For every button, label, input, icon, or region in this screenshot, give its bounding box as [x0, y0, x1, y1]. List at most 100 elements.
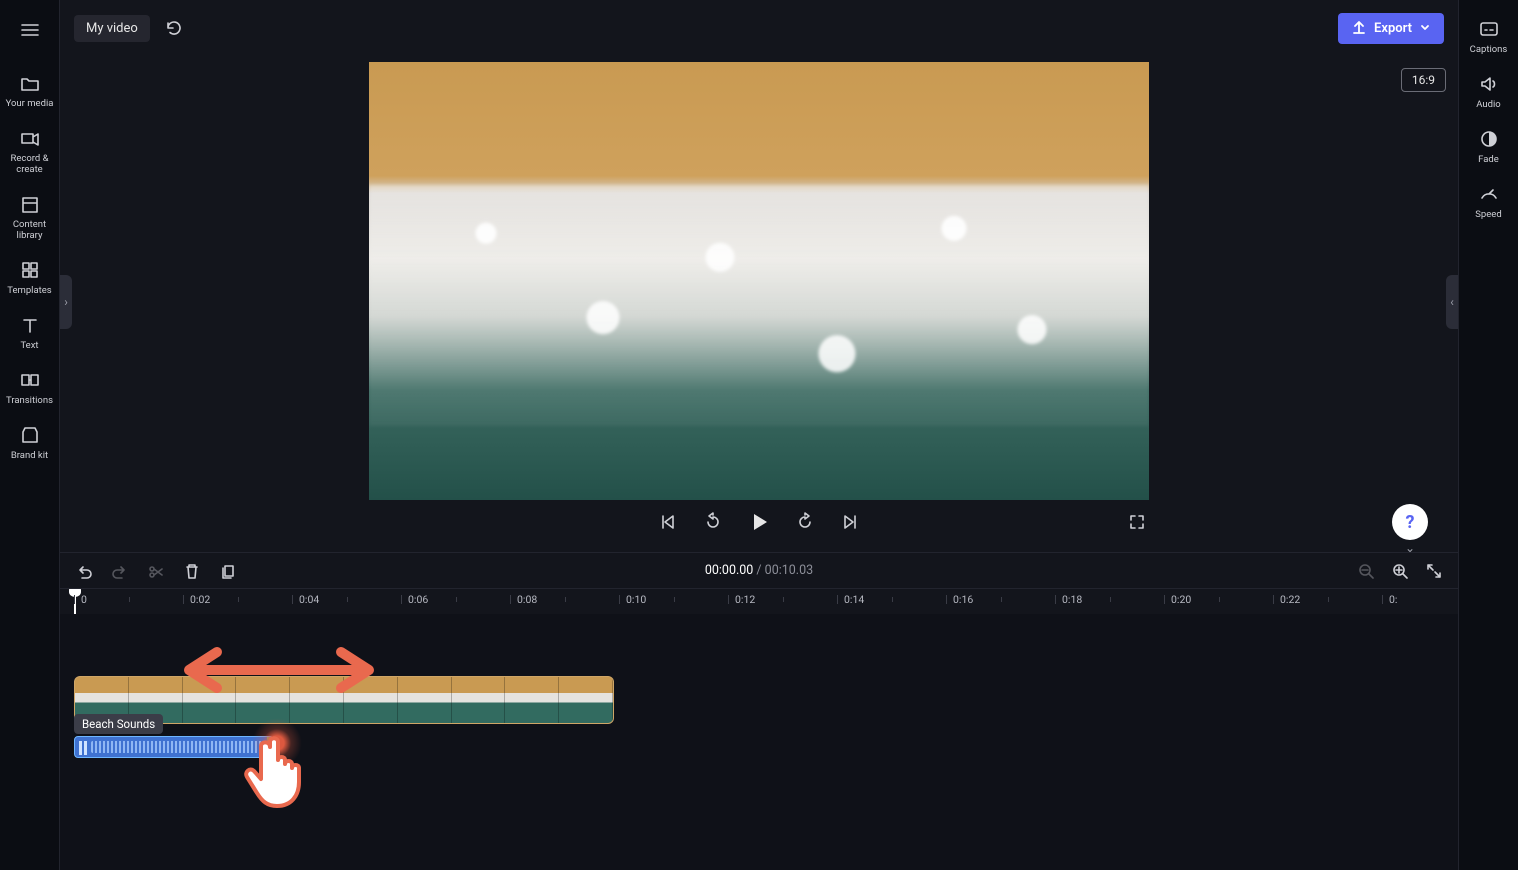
top-bar: My video Export: [60, 0, 1458, 56]
sidebar-item-fade[interactable]: Fade: [1459, 120, 1518, 175]
ruler-minor-tick: [1110, 597, 1111, 602]
zoom-out-icon: [1357, 562, 1375, 580]
left-sidebar: Your media Record & create Content libra…: [0, 0, 60, 870]
skip-next-icon: [841, 512, 861, 532]
split-button[interactable]: [146, 561, 166, 581]
sidebar-item-audio[interactable]: Audio: [1459, 65, 1518, 120]
sidebar-item-label: Content library: [0, 219, 60, 241]
video-preview[interactable]: [369, 62, 1149, 500]
ruler-tick: [292, 595, 293, 604]
sidebar-item-label: Transitions: [6, 395, 53, 406]
sidebar-item-content-library[interactable]: Content library: [0, 185, 60, 251]
ruler-tick: [837, 595, 838, 604]
fit-icon: [1425, 562, 1443, 580]
play-button[interactable]: [747, 510, 771, 534]
undo-icon: [75, 562, 93, 580]
ruler-tick: [1164, 595, 1165, 604]
ruler-minor-tick: [1328, 597, 1329, 602]
fullscreen-icon: [1127, 512, 1147, 532]
ruler-tick: [728, 595, 729, 604]
expand-left-panel[interactable]: ›: [60, 275, 72, 329]
right-sidebar: Captions Audio Fade Speed: [1458, 0, 1518, 870]
folder-icon: [19, 72, 41, 94]
sidebar-item-label: Text: [20, 340, 38, 351]
chevron-down-icon: [1420, 23, 1430, 33]
camera-icon: [19, 127, 41, 149]
redo-icon: [111, 562, 129, 580]
audio-waveform: [91, 741, 269, 753]
timeline-tracks[interactable]: Beach Sounds: [60, 614, 1458, 870]
sidebar-item-label: Brand kit: [11, 450, 48, 461]
sidebar-item-record-create[interactable]: Record & create: [0, 119, 60, 185]
refresh-button[interactable]: [160, 14, 188, 42]
timeline-toolbar: 00:00.00 / 00:10.03: [60, 552, 1458, 588]
editor-main: My video Export › ‹ 16:9: [60, 0, 1458, 870]
speaker-icon: [1478, 73, 1500, 95]
sidebar-item-speed[interactable]: Speed: [1459, 175, 1518, 230]
rewind-icon: [703, 512, 723, 532]
hamburger-icon: [19, 19, 41, 41]
project-title-input[interactable]: My video: [74, 15, 150, 42]
sidebar-item-transitions[interactable]: Transitions: [0, 361, 60, 416]
forward-button[interactable]: [793, 510, 817, 534]
ruler-tick: [510, 595, 511, 604]
trash-icon: [183, 562, 201, 580]
audio-clip-label: Beach Sounds: [74, 714, 163, 734]
aspect-ratio-button[interactable]: 16:9: [1401, 68, 1446, 92]
export-button[interactable]: Export: [1338, 13, 1444, 44]
time-readout: 00:00.00 / 00:10.03: [705, 563, 813, 578]
audio-clip[interactable]: [74, 736, 274, 758]
transport-controls: [369, 510, 1149, 534]
ruler-tick: [183, 595, 184, 604]
clip-handle-right[interactable]: [267, 737, 273, 757]
fullscreen-button[interactable]: [1125, 510, 1149, 534]
skip-previous-icon: [657, 512, 677, 532]
duplicate-button[interactable]: [218, 561, 238, 581]
ruler-minor-tick: [674, 597, 675, 602]
sidebar-item-label: Fade: [1478, 154, 1499, 165]
sidebar-item-captions[interactable]: Captions: [1459, 10, 1518, 65]
zoom-in-icon: [1391, 562, 1409, 580]
ruler-minor-tick: [238, 597, 239, 602]
upload-icon: [1352, 21, 1366, 35]
ruler-tick: [1273, 595, 1274, 604]
rewind-button[interactable]: [701, 510, 725, 534]
skip-end-button[interactable]: [839, 510, 863, 534]
timeline-ruler[interactable]: [60, 588, 1458, 614]
sidebar-item-text[interactable]: Text: [0, 306, 60, 361]
redo-button[interactable]: [110, 561, 130, 581]
help-button[interactable]: ?: [1392, 504, 1428, 540]
skip-start-button[interactable]: [655, 510, 679, 534]
ruler-minor-tick: [129, 597, 130, 602]
zoom-out-button[interactable]: [1356, 561, 1376, 581]
templates-icon: [19, 259, 41, 281]
sidebar-item-label: Templates: [7, 285, 51, 296]
brandkit-icon: [19, 424, 41, 446]
forward-icon: [795, 512, 815, 532]
refresh-icon: [165, 19, 183, 37]
preview-area: › ‹ 16:9: [60, 56, 1458, 548]
ruler-minor-tick: [1001, 597, 1002, 602]
ruler-minor-tick: [892, 597, 893, 602]
sidebar-item-brand-kit[interactable]: Brand kit: [0, 416, 60, 471]
zoom-in-button[interactable]: [1390, 561, 1410, 581]
duplicate-icon: [219, 562, 237, 580]
sidebar-item-templates[interactable]: Templates: [0, 251, 60, 306]
ruler-minor-tick: [456, 597, 457, 602]
duration: 00:10.03: [765, 563, 813, 578]
fit-timeline-button[interactable]: [1424, 561, 1444, 581]
ruler-tick: [946, 595, 947, 604]
ruler-tick: [1382, 595, 1383, 604]
sidebar-item-label: Your media: [6, 98, 54, 109]
expand-right-panel[interactable]: ‹: [1446, 275, 1458, 329]
ruler-tick: [401, 595, 402, 604]
ruler-tick: [619, 595, 620, 604]
menu-button[interactable]: [10, 10, 50, 50]
delete-button[interactable]: [182, 561, 202, 581]
speed-icon: [1478, 183, 1500, 205]
undo-button[interactable]: [74, 561, 94, 581]
ruler-tick: [74, 595, 75, 604]
sidebar-item-label: Record & create: [0, 153, 60, 175]
ruler-minor-tick: [347, 597, 348, 602]
sidebar-item-your-media[interactable]: Your media: [0, 64, 60, 119]
